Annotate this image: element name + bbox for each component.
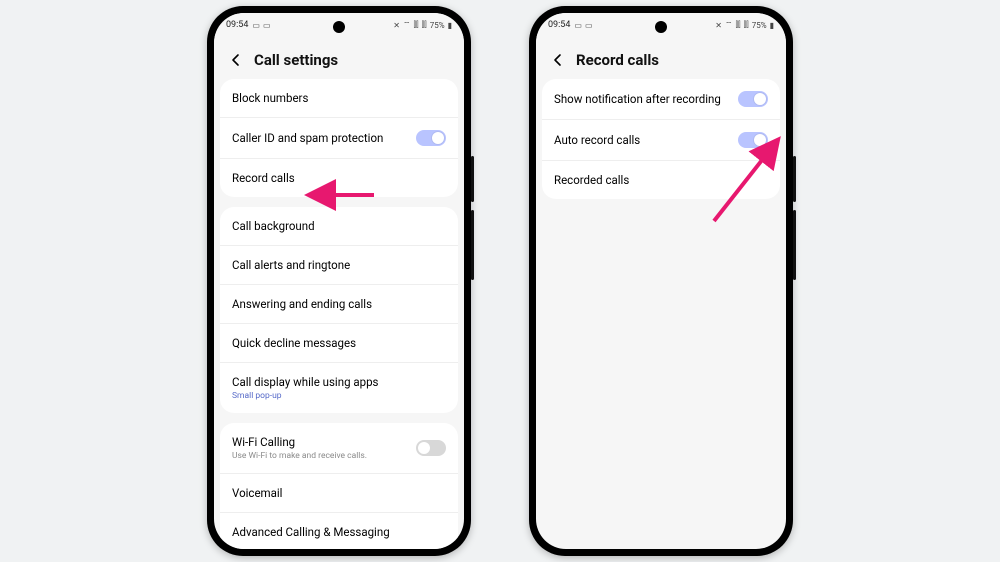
toggle-knob: [754, 134, 766, 146]
row-label: Quick decline messages: [232, 336, 356, 350]
settings-row-record-calls[interactable]: Record calls: [220, 159, 458, 197]
page-title: Call settings: [254, 51, 338, 69]
settings-row-auto-record-calls[interactable]: Auto record calls: [542, 120, 780, 161]
settings-row-voicemail[interactable]: Voicemail: [220, 474, 458, 513]
screen: 09:54 ▭ ▭ ✕ ⌔ ⫿⫿ ⫿⫿ 75% ▮ Call settings …: [214, 13, 464, 549]
toggle-switch[interactable]: [738, 132, 768, 148]
settings-list: Show notification after recording Auto re…: [536, 79, 786, 549]
status-time: 09:54: [548, 20, 570, 30]
row-text: Call alerts and ringtone: [232, 258, 350, 272]
row-label: Call alerts and ringtone: [232, 258, 350, 272]
status-picture-icon: ▭: [574, 21, 582, 30]
row-label: Block numbers: [232, 91, 308, 105]
row-text: Quick decline messages: [232, 336, 356, 350]
side-button: [471, 210, 474, 280]
settings-row-advanced-calling-messaging[interactable]: Advanced Calling & Messaging: [220, 513, 458, 549]
toggle-switch[interactable]: [416, 440, 446, 456]
status-battery-text: 75%: [430, 21, 445, 30]
row-text: Show notification after recording: [554, 92, 721, 106]
row-label: Call background: [232, 219, 315, 233]
settings-row-quick-decline-messages[interactable]: Quick decline messages: [220, 324, 458, 363]
status-time: 09:54: [226, 20, 248, 30]
page-title: Record calls: [576, 51, 659, 69]
settings-row-block-numbers[interactable]: Block numbers: [220, 79, 458, 118]
row-label: Wi-Fi Calling: [232, 435, 367, 449]
toggle-switch[interactable]: [738, 91, 768, 107]
row-label: Caller ID and spam protection: [232, 131, 383, 145]
page-header: Record calls: [536, 37, 786, 79]
status-signal-icon: ⫿⫿: [422, 20, 427, 30]
toggle-knob: [754, 93, 766, 105]
side-button: [793, 210, 796, 280]
toggle-knob: [432, 132, 444, 144]
row-label: Call display while using apps: [232, 375, 378, 389]
settings-row-wi-fi-calling[interactable]: Wi-Fi Calling Use Wi-Fi to make and recei…: [220, 423, 458, 474]
phone-left: 09:54 ▭ ▭ ✕ ⌔ ⫿⫿ ⫿⫿ 75% ▮ Call settings …: [207, 6, 471, 556]
back-button[interactable]: [228, 52, 244, 68]
row-label: Record calls: [232, 171, 295, 185]
status-battery-icon: ▮: [770, 21, 774, 30]
status-battery-icon: ▮: [448, 21, 452, 30]
row-text: Recorded calls: [554, 173, 629, 187]
settings-group: Wi-Fi Calling Use Wi-Fi to make and recei…: [220, 423, 458, 549]
settings-row-caller-id-and-spam-protection[interactable]: Caller ID and spam protection: [220, 118, 458, 159]
settings-row-call-display-while-using-apps[interactable]: Call display while using apps Small pop-u…: [220, 363, 458, 413]
phone-right: 09:54 ▭ ▭ ✕ ⌔ ⫿⫿ ⫿⫿ 75% ▮ Record calls S…: [529, 6, 793, 556]
settings-group: Call background Call alerts and ringtone A…: [220, 207, 458, 413]
settings-row-recorded-calls[interactable]: Recorded calls: [542, 161, 780, 199]
status-wifi-icon: ⌔: [403, 20, 411, 30]
row-text: Call background: [232, 219, 315, 233]
status-cards-icon: ▭: [263, 21, 271, 30]
row-text: Wi-Fi Calling Use Wi-Fi to make and recei…: [232, 435, 367, 461]
toggle-knob: [418, 442, 430, 454]
settings-group: Show notification after recording Auto re…: [542, 79, 780, 199]
row-label: Voicemail: [232, 486, 282, 500]
status-mute-icon: ✕: [715, 21, 722, 30]
settings-row-answering-and-ending-calls[interactable]: Answering and ending calls: [220, 285, 458, 324]
row-label: Advanced Calling & Messaging: [232, 525, 390, 539]
status-signal-icon: ⫿⫿: [744, 20, 749, 30]
status-signal-icon: ⫿⫿: [413, 20, 418, 30]
settings-list: Block numbers Caller ID and spam protecti…: [214, 79, 464, 549]
front-camera: [655, 21, 667, 33]
row-text: Answering and ending calls: [232, 297, 372, 311]
status-mute-icon: ✕: [393, 21, 400, 30]
row-text: Block numbers: [232, 91, 308, 105]
settings-group: Block numbers Caller ID and spam protecti…: [220, 79, 458, 197]
back-button[interactable]: [550, 52, 566, 68]
row-label: Auto record calls: [554, 133, 640, 147]
row-text: Call display while using apps Small pop-u…: [232, 375, 378, 401]
row-text: Auto record calls: [554, 133, 640, 147]
row-subtext: Use Wi-Fi to make and receive calls.: [232, 451, 367, 461]
status-battery-text: 75%: [752, 21, 767, 30]
settings-row-call-alerts-and-ringtone[interactable]: Call alerts and ringtone: [220, 246, 458, 285]
screen: 09:54 ▭ ▭ ✕ ⌔ ⫿⫿ ⫿⫿ 75% ▮ Record calls S…: [536, 13, 786, 549]
status-wifi-icon: ⌔: [725, 20, 733, 30]
row-text: Advanced Calling & Messaging: [232, 525, 390, 539]
settings-row-call-background[interactable]: Call background: [220, 207, 458, 246]
side-button: [793, 156, 796, 202]
status-cards-icon: ▭: [585, 21, 593, 30]
front-camera: [333, 21, 345, 33]
row-subtext: Small pop-up: [232, 391, 378, 401]
settings-row-show-notification-after-recording[interactable]: Show notification after recording: [542, 79, 780, 120]
page-header: Call settings: [214, 37, 464, 79]
side-button: [471, 156, 474, 202]
toggle-switch[interactable]: [416, 130, 446, 146]
row-text: Caller ID and spam protection: [232, 131, 383, 145]
status-signal-icon: ⫿⫿: [735, 20, 740, 30]
row-text: Voicemail: [232, 486, 282, 500]
status-picture-icon: ▭: [252, 21, 260, 30]
row-text: Record calls: [232, 171, 295, 185]
row-label: Answering and ending calls: [232, 297, 372, 311]
row-label: Recorded calls: [554, 173, 629, 187]
row-label: Show notification after recording: [554, 92, 721, 106]
